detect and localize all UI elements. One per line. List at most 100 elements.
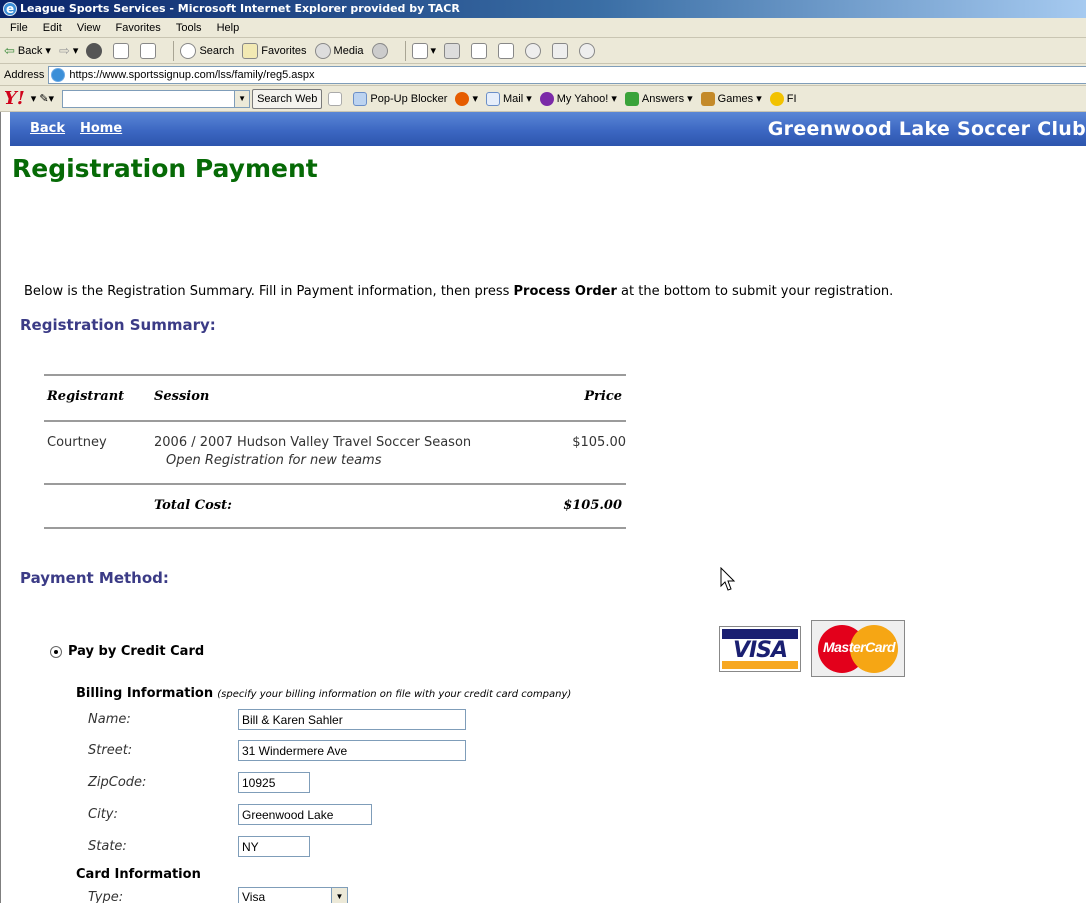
card-type-value: Visa	[242, 890, 266, 903]
standard-toolbar: Back ▾ ▾ Search Favorites Media ▾	[0, 38, 1086, 64]
street-row: Street:	[88, 740, 466, 761]
search-icon	[180, 42, 197, 59]
name-row: Name:	[88, 709, 466, 730]
card-information-heading: Card Information	[76, 867, 201, 882]
favorites-button[interactable]: Favorites	[242, 42, 307, 59]
stop-button[interactable]	[86, 42, 105, 59]
ie-logo-icon	[3, 0, 17, 18]
cell-session-note: Open Registration for new teams	[166, 453, 382, 468]
header-price: Price	[584, 389, 622, 404]
mastercard-logo-icon: MasterCard	[811, 620, 905, 677]
antispy-button[interactable]: ▾	[455, 91, 478, 106]
back-arrow-icon	[4, 43, 18, 59]
address-bar: Address https://www.sportssignup.com/lss…	[0, 64, 1086, 86]
menu-tools[interactable]: Tools	[170, 22, 208, 34]
city-label: City:	[88, 807, 118, 822]
refresh-button[interactable]	[113, 42, 132, 59]
page-content: Back Home Greenwood Lake Soccer Club Reg…	[0, 112, 1086, 903]
messenger-button[interactable]	[552, 42, 571, 59]
menu-file[interactable]: File	[0, 22, 34, 34]
highlight-button[interactable]	[328, 91, 345, 106]
state-label: State:	[88, 839, 127, 854]
state-field[interactable]	[238, 836, 310, 857]
mouse-cursor-icon	[720, 567, 736, 591]
card-type-select[interactable]: Visa ▼	[238, 887, 348, 903]
history-icon	[371, 42, 388, 59]
yahoo-mail-button[interactable]: Mail ▾	[486, 91, 532, 106]
mail-icon	[411, 42, 428, 59]
refresh-icon	[113, 42, 130, 59]
answers-button[interactable]: Answers ▾	[624, 91, 693, 106]
popup-icon	[353, 91, 368, 106]
mail-button[interactable]: ▾	[411, 42, 436, 59]
search-button[interactable]: Search	[180, 42, 234, 59]
header-session: Session	[154, 389, 210, 404]
back-link[interactable]: Back	[30, 121, 65, 136]
stop-icon	[86, 42, 103, 59]
my-yahoo-icon	[539, 91, 554, 106]
menu-help[interactable]: Help	[211, 22, 246, 34]
yahoo-logo-icon[interactable]: Y!	[4, 88, 25, 109]
menu-favorites[interactable]: Favorites	[110, 22, 167, 34]
home-button[interactable]	[140, 42, 159, 59]
back-button[interactable]: Back ▾	[4, 43, 51, 59]
answers-icon	[624, 91, 639, 106]
menu-bar: File Edit View Favorites Tools Help	[0, 18, 1086, 38]
chevron-down-icon[interactable]: ▼	[331, 888, 347, 903]
address-label: Address	[4, 68, 45, 81]
card-type-row: Type: Visa ▼	[88, 887, 348, 903]
credit-card-label[interactable]: Pay by Credit Card	[68, 644, 204, 659]
street-label: Street:	[88, 743, 133, 758]
club-name: Greenwood Lake Soccer Club	[767, 118, 1086, 140]
city-row: City:	[88, 804, 372, 825]
discuss-button[interactable]	[498, 42, 517, 59]
favorites-icon	[242, 42, 259, 59]
edit-icon	[471, 42, 488, 59]
address-input[interactable]: https://www.sportssignup.com/lss/family/…	[48, 65, 1086, 84]
media-icon	[314, 42, 331, 59]
my-yahoo-button[interactable]: My Yahoo! ▾	[539, 91, 617, 106]
city-field[interactable]	[238, 804, 372, 825]
yahoo-pencil-menu[interactable]: ▾ ✎▾	[31, 92, 54, 105]
name-label: Name:	[88, 712, 131, 727]
page-icon	[51, 67, 66, 82]
intro-text: Below is the Registration Summary. Fill …	[24, 284, 894, 299]
forward-button[interactable]: ▾	[59, 43, 79, 59]
type-label: Type:	[88, 889, 124, 903]
billing-information-heading: Billing Information (specify your billin…	[76, 686, 572, 701]
mail-envelope-icon	[486, 91, 500, 106]
yahoo-search-input[interactable]	[62, 89, 251, 108]
user-icon	[579, 42, 596, 59]
home-link[interactable]: Home	[80, 121, 122, 136]
state-row: State:	[88, 836, 310, 857]
search-web-button[interactable]: Search Web	[252, 88, 323, 109]
zip-row: ZipCode:	[88, 772, 310, 793]
edit-button[interactable]	[471, 42, 490, 59]
discuss-icon	[498, 42, 515, 59]
menu-view[interactable]: View	[71, 22, 107, 34]
menu-edit[interactable]: Edit	[37, 22, 68, 34]
research-button[interactable]	[525, 42, 544, 59]
games-button[interactable]: Games ▾	[700, 91, 762, 106]
header-registrant: Registrant	[47, 389, 125, 404]
site-header: Back Home Greenwood Lake Soccer Club	[10, 112, 1086, 146]
name-field[interactable]	[238, 709, 466, 730]
visa-logo-icon: VISA	[719, 626, 801, 672]
cell-session: 2006 / 2007 Hudson Valley Travel Soccer …	[154, 435, 472, 450]
more-button[interactable]: FI	[769, 91, 797, 106]
cell-price: $105.00	[572, 435, 626, 450]
media-button[interactable]: Media	[314, 42, 364, 59]
pay-by-credit-card-option[interactable]: Pay by Credit Card	[50, 644, 204, 659]
antispy-icon	[455, 91, 470, 106]
user-button[interactable]	[579, 42, 598, 59]
print-button[interactable]	[444, 42, 463, 59]
credit-card-radio[interactable]	[50, 645, 62, 658]
history-button[interactable]	[371, 42, 391, 59]
highlighter-icon	[328, 91, 343, 106]
popup-blocker-button[interactable]: Pop-Up Blocker	[353, 91, 447, 106]
street-field[interactable]	[238, 740, 466, 761]
zip-field[interactable]	[238, 772, 310, 793]
payment-title: Payment Method:	[20, 569, 169, 587]
games-icon	[700, 91, 715, 106]
yahoo-toolbar: Y! ▾ ✎▾ Search Web Pop-Up Blocker ▾ Mail…	[0, 86, 1086, 112]
